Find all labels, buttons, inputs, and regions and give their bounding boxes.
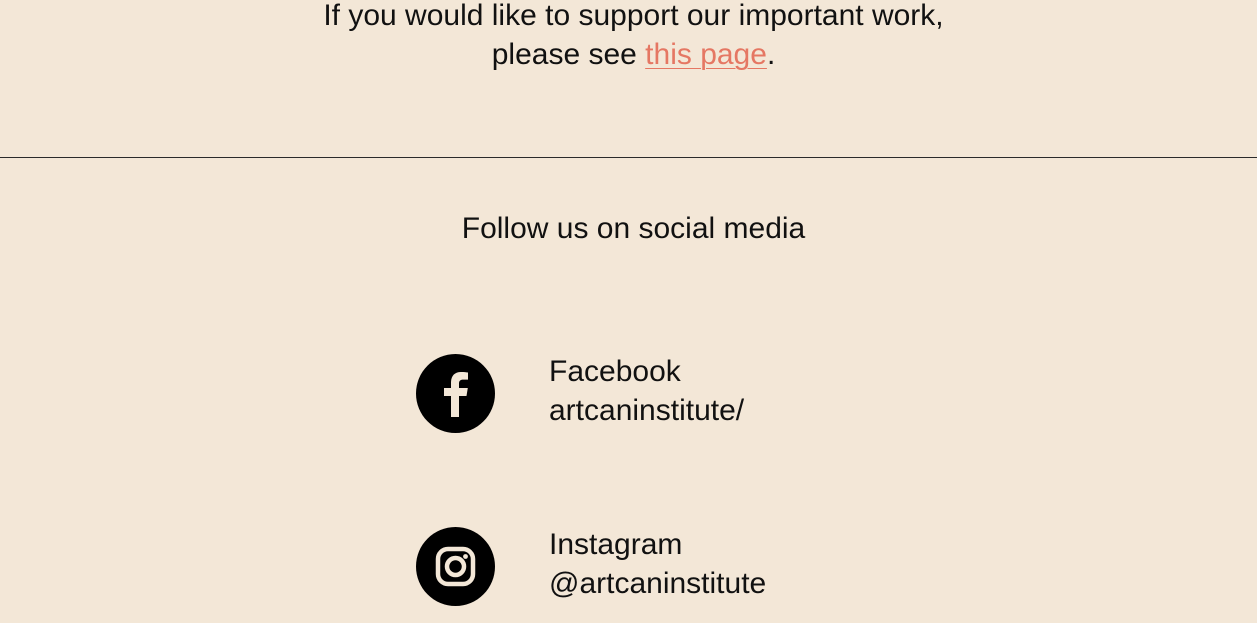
support-line-1: If you would like to support our importa… [323, 0, 944, 32]
support-line-2: please see this page. [0, 35, 1257, 74]
facebook-label: Facebook [549, 354, 681, 388]
instagram-text: Instagram @artcaninstitute [549, 525, 766, 603]
support-line-2-suffix: . [766, 38, 776, 71]
facebook-icon [416, 354, 495, 433]
facebook-link[interactable]: Facebook artcaninstitute/ [416, 354, 744, 433]
facebook-handle: artcaninstitute/ [549, 393, 745, 427]
support-line-2-prefix: please see [491, 38, 646, 71]
section-divider [0, 157, 1257, 158]
instagram-label: Instagram [549, 527, 683, 561]
social-heading: Follow us on social media [461, 212, 806, 245]
instagram-link[interactable]: Instagram @artcaninstitute [416, 527, 766, 606]
instagram-handle: @artcaninstitute [549, 566, 767, 600]
support-page-link[interactable]: this page [645, 38, 767, 71]
support-message: If you would like to support our importa… [0, 0, 1257, 74]
instagram-icon [416, 527, 495, 606]
facebook-text: Facebook artcaninstitute/ [549, 352, 744, 430]
